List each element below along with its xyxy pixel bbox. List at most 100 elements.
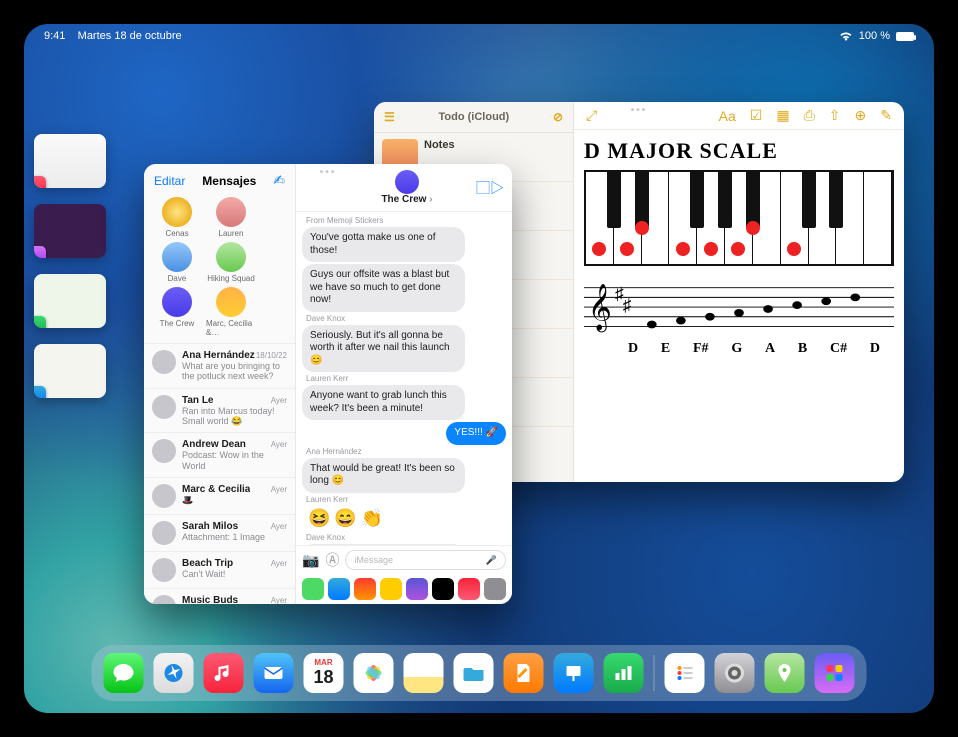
dock-calendar-app[interactable]: MAR18: [304, 653, 344, 693]
conversation-row[interactable]: Marc & CeciliaAyer🎩: [144, 477, 295, 514]
dock-maps-app[interactable]: [765, 653, 805, 693]
pinned-contact[interactable]: Dave: [152, 242, 202, 283]
numbers-icon: [34, 316, 46, 328]
group-avatar: [395, 170, 419, 194]
pinned-contact[interactable]: The Crew: [152, 287, 202, 337]
dock-mail-app[interactable]: [254, 653, 294, 693]
dock-pages-app[interactable]: [504, 653, 544, 693]
status-time: 9:41: [44, 30, 65, 42]
window-handle[interactable]: •••: [320, 167, 337, 178]
scale-letters: DE F#G AB C#D: [584, 341, 894, 357]
battery-icon: [896, 32, 914, 41]
dock: MAR18: [92, 645, 867, 701]
sender-label: Ana Hernández: [302, 447, 506, 456]
window-handle[interactable]: •••: [631, 105, 648, 116]
expand-icon[interactable]: ⤢: [586, 107, 597, 124]
svg-text:♯: ♯: [623, 295, 632, 315]
thread-title[interactable]: The Crew: [381, 170, 432, 205]
music-icon: [34, 176, 46, 188]
pinned-contact[interactable]: Cenas: [152, 197, 202, 238]
dock-numbers-app[interactable]: [604, 653, 644, 693]
message-bubble[interactable]: You've gotta make us one of those!: [302, 227, 465, 262]
text-style-button[interactable]: Aa: [719, 108, 736, 124]
dock-notes-app[interactable]: [404, 653, 444, 693]
podcast-icon: [34, 246, 46, 258]
conversation-row[interactable]: Beach TripAyerCan't Wait!: [144, 551, 295, 588]
reactions: 😆😄👏: [302, 506, 506, 531]
message-bubble[interactable]: Seriously. But it's all gonna be worth i…: [302, 325, 465, 373]
dock-settings-app[interactable]: [715, 653, 755, 693]
message-compose-bar: 📷 Ⓐ iMessage 🎤: [296, 545, 512, 574]
dock-reminders-app[interactable]: [665, 653, 705, 693]
dock-messages-app[interactable]: [104, 653, 144, 693]
imessage-app[interactable]: [484, 578, 506, 600]
message-thread: ••• The Crew ⃞▷ From Memoji Stickers You…: [296, 164, 512, 604]
recent-thumb-music[interactable]: [34, 134, 106, 188]
facetime-icon[interactable]: ⃞▷: [490, 178, 504, 198]
recent-thumb-numbers[interactable]: [34, 274, 106, 328]
status-battery-text: 100 %: [859, 30, 890, 42]
dock-music-app[interactable]: [204, 653, 244, 693]
message-bubble[interactable]: Anyone want to grab lunch this week? It'…: [302, 385, 465, 420]
message-bubble[interactable]: That would be great! It's been so long 😊: [302, 458, 465, 493]
sidebar-icon[interactable]: ☰: [384, 110, 395, 124]
conversation-row[interactable]: Andrew DeanAyerPodcast: Wow in the World: [144, 432, 295, 477]
note-title: D MAJOR SCALE: [584, 138, 894, 164]
messages-sidebar[interactable]: ••• Editar Mensajes ✍︎ Cenas Lauren Dave…: [144, 164, 296, 604]
messages-title: Mensajes: [202, 174, 256, 188]
checklist-icon[interactable]: ☑︎: [750, 107, 763, 124]
dock-keynote-app[interactable]: [554, 653, 594, 693]
imessage-app[interactable]: [328, 578, 350, 600]
dock-files-app[interactable]: [454, 653, 494, 693]
pinned-contact[interactable]: Lauren: [206, 197, 256, 238]
message-bubble[interactable]: YES!!! 🚀: [446, 422, 506, 445]
pinned-contacts: Cenas Lauren Dave Hiking Squad The Crew …: [144, 193, 295, 343]
compose-icon[interactable]: ✎: [880, 107, 892, 124]
conversation-row[interactable]: Tan LeAyerRan into Marcus today! Small w…: [144, 388, 295, 433]
message-bubble[interactable]: Guys our offsite was a blast but we have…: [302, 264, 465, 312]
share-icon[interactable]: ⇧: [829, 107, 841, 124]
notes-folder-title: Todo (iCloud): [439, 111, 510, 123]
conversation-row[interactable]: Ana Hernández18/10/22What are you bringi…: [144, 343, 295, 388]
imessage-apps: [296, 574, 512, 604]
conversation-row[interactable]: Music BudsAyerWhat concert are we going …: [144, 588, 295, 604]
recent-thumb-podcast[interactable]: [34, 204, 106, 258]
mic-icon[interactable]: 🎤: [486, 555, 497, 566]
imessage-app[interactable]: [302, 578, 324, 600]
sender-label: Lauren Kerr: [302, 495, 506, 504]
camera-icon[interactable]: 📷: [302, 552, 319, 569]
dock-shortcuts-app[interactable]: [815, 653, 855, 693]
sender-label: Lauren Kerr: [302, 374, 506, 383]
music-staff: 𝄞 ♯♯: [584, 278, 894, 341]
imessage-app[interactable]: [406, 578, 428, 600]
piano-diagram: [584, 170, 894, 266]
safari-icon: [34, 386, 46, 398]
messages-window[interactable]: ••• Editar Mensajes ✍︎ Cenas Lauren Dave…: [144, 164, 512, 604]
imessage-app[interactable]: [380, 578, 402, 600]
edit-button[interactable]: Editar: [154, 174, 185, 188]
recent-apps-strip: [34, 134, 106, 398]
compose-icon[interactable]: ✍︎: [273, 172, 285, 189]
pinned-contact[interactable]: Hiking Squad: [206, 242, 256, 283]
folder-menu-icon[interactable]: ⊘: [553, 110, 563, 124]
sender-label: Dave Knox: [302, 314, 506, 323]
wifi-icon: [839, 31, 853, 41]
table-icon[interactable]: ▦: [776, 107, 789, 124]
appstore-icon[interactable]: Ⓐ: [325, 550, 339, 570]
sender-label: Dave Knox: [302, 533, 506, 542]
camera-icon[interactable]: ⎙: [804, 107, 815, 124]
conversation-row[interactable]: Sarah MilosAyerAttachment: 1 Image: [144, 514, 295, 551]
imessage-app[interactable]: [354, 578, 376, 600]
more-icon[interactable]: ⊕: [855, 107, 867, 124]
imessage-app[interactable]: [432, 578, 454, 600]
message-input[interactable]: iMessage 🎤: [345, 550, 506, 570]
notes-toolbar: ⤢ Aa ☑︎ ▦ ⎙ ⇧ ⊕ ✎: [574, 102, 904, 130]
recent-thumb-safari[interactable]: [34, 344, 106, 398]
dock-photos-app[interactable]: [354, 653, 394, 693]
imessage-app[interactable]: [458, 578, 480, 600]
pinned-contact[interactable]: Marc, Cecilia &…: [206, 287, 256, 337]
dock-safari-app[interactable]: [154, 653, 194, 693]
sender-label: From Memoji Stickers: [302, 216, 506, 225]
svg-text:𝄞: 𝄞: [588, 284, 612, 333]
conversation-list: Ana Hernández18/10/22What are you bringi…: [144, 343, 295, 604]
